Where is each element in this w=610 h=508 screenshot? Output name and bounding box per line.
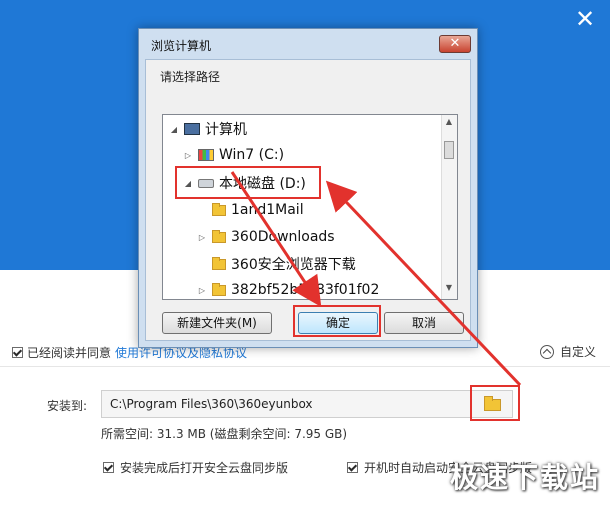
tree-item-folder[interactable]: 360安全浏览器下载 — [197, 252, 356, 276]
tree-item-label: Win7 (C:) — [219, 147, 285, 163]
dialog-prompt: 请选择路径 — [160, 70, 221, 84]
folder-icon — [212, 282, 226, 296]
dialog-body: 请选择路径 ◢ 计算机 ▷ Win7 (C:) ◢ 本地磁盘 (D:) 1and… — [145, 59, 471, 341]
highlight-browse-button — [470, 385, 520, 421]
tree-item-drive-c[interactable]: ▷ Win7 (C:) — [183, 143, 284, 167]
agree-checkbox[interactable] — [12, 347, 23, 358]
agree-text: 已经阅读并同意 — [27, 346, 112, 360]
tree-item-label: 360安全浏览器下载 — [231, 257, 356, 273]
folder-icon — [212, 229, 226, 243]
scroll-thumb[interactable] — [444, 141, 454, 159]
tree-item-label: 382bf52b5883f01f02 — [231, 282, 380, 298]
watermark: 极速下载站 — [449, 461, 600, 494]
option-open-label: 安装完成后打开安全云盘同步版 — [120, 461, 289, 475]
option-open-after-install[interactable]: 安装完成后打开安全云盘同步版 — [103, 459, 288, 476]
folder-icon — [212, 256, 226, 270]
collapsed-arrow-icon: ▷ — [184, 150, 192, 160]
autostart-checkbox[interactable] — [347, 462, 358, 473]
folder-icon — [212, 202, 226, 216]
tree-item-label: 360Downloads — [231, 229, 335, 245]
collapsed-arrow-icon: ▷ — [198, 232, 206, 242]
installer-close-button[interactable]: ✕ — [574, 7, 596, 31]
open-after-install-checkbox[interactable] — [103, 462, 114, 473]
highlight-ok-button — [293, 305, 381, 337]
install-path-value: C:\Program Files\360\360eyunbox — [110, 397, 313, 411]
folder-tree[interactable]: ◢ 计算机 ▷ Win7 (C:) ◢ 本地磁盘 (D:) 1and1Mail … — [162, 114, 458, 300]
scroll-down-icon[interactable]: ▼ — [444, 283, 454, 295]
tree-item-folder[interactable]: ▷ 360Downloads — [197, 225, 335, 249]
install-path-field[interactable]: C:\Program Files\360\360eyunbox — [101, 390, 513, 418]
tree-item-folder[interactable]: 1and1Mail — [197, 198, 304, 222]
install-to-label: 安装到: — [47, 399, 88, 413]
dialog-title: 浏览计算机 — [151, 39, 212, 53]
dialog-close-button[interactable]: ✕ — [439, 35, 471, 53]
tree-item-computer[interactable]: ◢ 计算机 — [169, 117, 247, 141]
new-folder-button[interactable]: 新建文件夹(M) — [162, 312, 272, 334]
scroll-up-icon[interactable]: ▲ — [444, 117, 454, 129]
tree-item-label: 计算机 — [205, 122, 247, 138]
highlight-drive-d — [175, 166, 321, 199]
divider — [0, 366, 610, 367]
chevron-up-circle-icon — [539, 344, 554, 359]
cancel-button[interactable]: 取消 — [384, 312, 464, 334]
space-info: 所需空间: 31.3 MB (磁盘剩余空间: 7.95 GB) — [101, 427, 348, 441]
expanded-arrow-icon: ◢ — [170, 124, 178, 134]
computer-icon — [184, 123, 200, 135]
collapsed-arrow-icon: ▷ — [198, 285, 206, 295]
tree-item-label: 1and1Mail — [231, 202, 304, 218]
custom-toggle[interactable]: 自定义 — [539, 343, 596, 360]
custom-label: 自定义 — [559, 345, 596, 359]
tree-item-folder[interactable]: ▷ 382bf52b5883f01f02 — [197, 278, 380, 299]
drive-c-icon — [198, 149, 214, 161]
tree-scrollbar[interactable]: ▲ ▼ — [441, 115, 457, 299]
